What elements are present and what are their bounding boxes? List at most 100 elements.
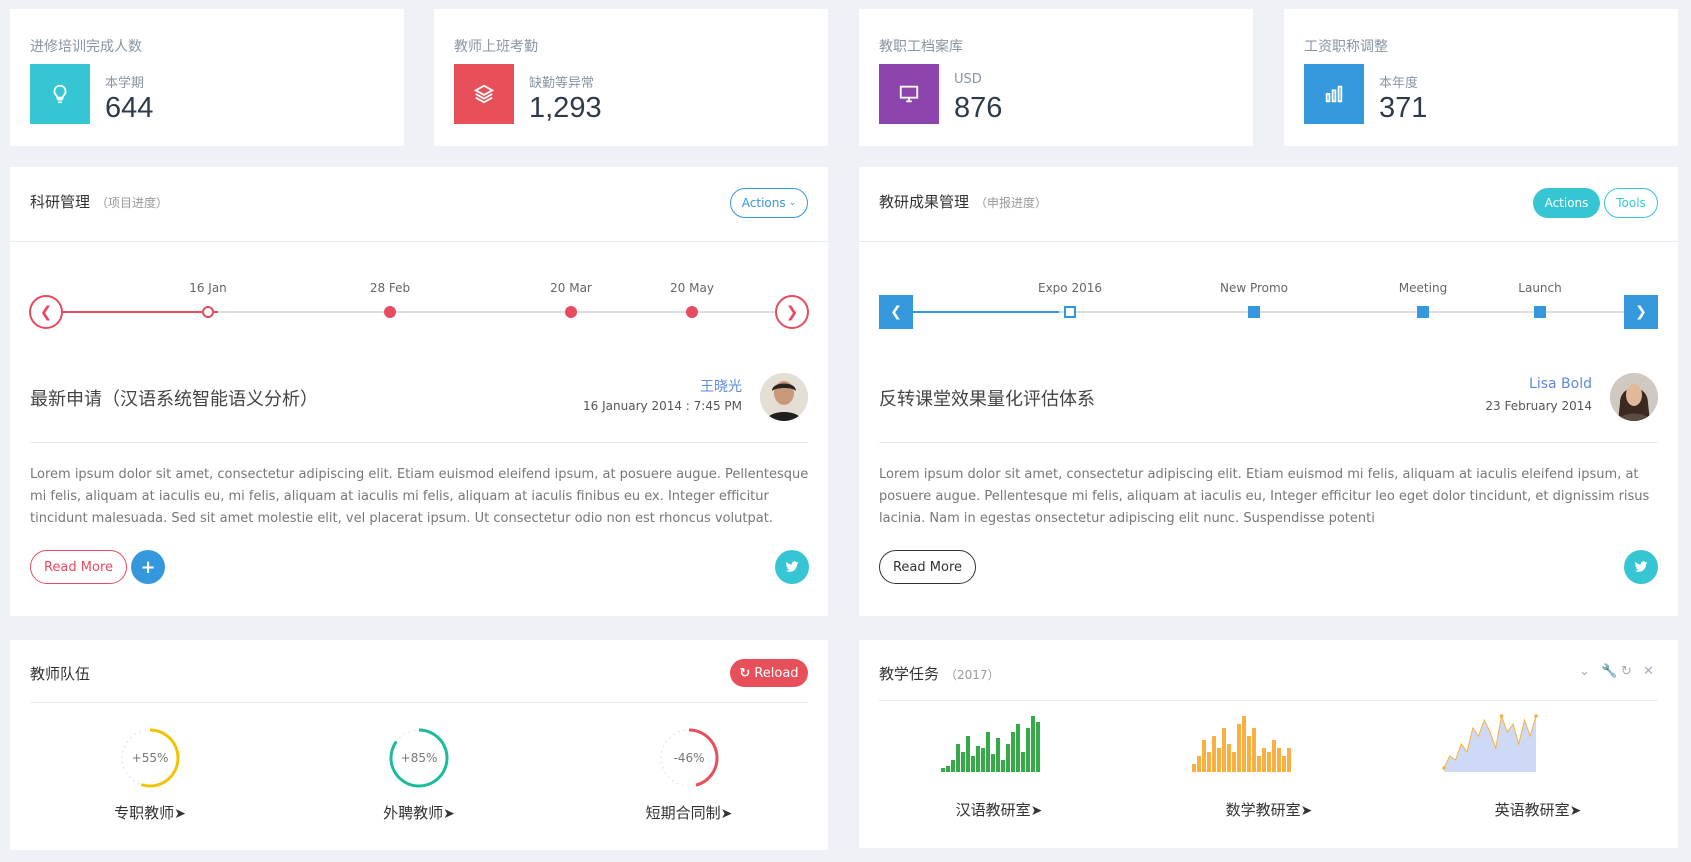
circle-arrow-right-icon: ➤ (720, 806, 733, 822)
event-title: 反转课堂效果量化评估体系 (879, 389, 1095, 410)
timeline-marker-active[interactable] (1064, 306, 1076, 318)
bar-chart-icon (1304, 64, 1364, 124)
stat-title: 工资职称调整 (1304, 39, 1388, 55)
reload-button[interactable]: ↻ Reload (730, 659, 808, 687)
twitter-icon (1634, 561, 1648, 572)
divider (859, 241, 1678, 242)
tools-button[interactable]: Tools (1604, 188, 1658, 218)
stat-title: 进修培训完成人数 (30, 39, 142, 55)
spark-bar (1016, 724, 1020, 772)
timeline-next-button[interactable]: ❯ (775, 295, 809, 329)
gauge-value: -46% (673, 751, 705, 765)
add-button[interactable]: + (131, 550, 165, 584)
divider (879, 700, 1658, 701)
spark-link[interactable]: 汉语教研室➤ (956, 799, 1043, 820)
timeline-date[interactable]: 20 May (670, 281, 714, 295)
stat-title: 教职工档案库 (879, 39, 963, 55)
timeline-label[interactable]: Launch (1518, 281, 1561, 295)
spark-bar (1232, 752, 1236, 772)
timeline-marker[interactable] (1417, 306, 1429, 318)
event-body: Lorem ipsum dolor sit amet, consectetur … (879, 467, 1650, 526)
close-icon[interactable]: ✕ (1643, 664, 1654, 679)
stat-value: 1,293 (529, 92, 602, 124)
actions-label: Actions (741, 196, 786, 210)
twitter-button[interactable] (1624, 550, 1658, 584)
panel-title: 教学任务 （2017） (879, 663, 1000, 684)
spark-bar (996, 738, 1000, 772)
spark-bar (1031, 716, 1035, 772)
chevron-right-icon: ❯ (1635, 304, 1647, 320)
spark-bar (991, 754, 995, 772)
avatar (1610, 373, 1658, 421)
timeline-label[interactable]: Expo 2016 (1038, 281, 1102, 295)
tasks-panel: 教学任务 （2017） ⌄ 🔧 ↻ ✕ 汉语教研室➤ 数学教研室➤ 英语教研室➤ (859, 640, 1678, 848)
twitter-button[interactable] (775, 550, 809, 584)
spark-bar (1222, 728, 1226, 772)
gauge-link[interactable]: 专职教师➤ (114, 802, 186, 823)
timeline-date[interactable]: 20 Mar (550, 281, 592, 295)
spark-bar (986, 732, 990, 772)
lightbulb-icon (30, 64, 90, 124)
event-author[interactable]: 王晓光 (700, 376, 742, 396)
timeline-marker[interactable] (1248, 306, 1260, 318)
spark-label: 汉语教研室 (955, 801, 1031, 819)
stat-value: 644 (105, 92, 154, 124)
spark-bar (1262, 748, 1266, 772)
wrench-icon[interactable]: 🔧 (1601, 664, 1617, 679)
panel-title: 教师队伍 (30, 665, 91, 683)
panel-subtitle: （2017） (945, 668, 1000, 682)
timeline-label[interactable]: New Promo (1220, 281, 1288, 295)
spark-bar (1197, 756, 1201, 772)
refresh-icon: ↻ (739, 665, 751, 681)
actions-button[interactable]: Actions (1533, 188, 1600, 218)
collapse-icon[interactable]: ⌄ (1579, 664, 1590, 679)
spark-bar (1026, 728, 1030, 772)
spark-bar (946, 766, 950, 772)
spark-bar (1257, 756, 1261, 772)
timeline-dot[interactable] (384, 306, 396, 318)
layers-icon (454, 64, 514, 124)
spark-bar (971, 756, 975, 772)
read-more-button[interactable]: Read More (30, 550, 127, 584)
gauge-link[interactable]: 外聘教师➤ (383, 802, 455, 823)
circle-arrow-right-icon: ➤ (443, 806, 455, 822)
actions-button[interactable]: Actions ⌄ (730, 188, 808, 218)
spark-label: 数学教研室 (1225, 801, 1301, 819)
stat-card-archive: 教职工档案库 USD 876 (859, 9, 1253, 146)
timeline-label[interactable]: Meeting (1399, 281, 1447, 295)
spark-bar (1011, 732, 1015, 772)
spark-bar (976, 746, 980, 772)
panel-subtitle: （申报进度） (975, 196, 1048, 210)
timeline-progress (60, 311, 218, 313)
timeline-dot-active[interactable] (202, 306, 214, 318)
timeline-marker[interactable] (1534, 306, 1546, 318)
gauge-link[interactable]: 短期合同制➤ (646, 802, 733, 823)
spark-bar (1252, 728, 1256, 772)
refresh-icon[interactable]: ↻ (1621, 664, 1632, 679)
chevron-right-icon: ❯ (785, 303, 799, 321)
panel-title: 科研管理 （项目进度） (30, 191, 168, 212)
spark-bar (1192, 764, 1196, 772)
spark-bar (966, 736, 970, 772)
stat-label: 本学期 (105, 76, 145, 91)
timeline-date[interactable]: 28 Feb (370, 281, 410, 295)
timeline-date[interactable]: 16 Jan (189, 281, 227, 295)
timeline-dot[interactable] (565, 306, 577, 318)
read-more-button[interactable]: Read More (879, 550, 976, 584)
timeline-next-button[interactable]: ❯ (1624, 295, 1658, 329)
spark-bar (981, 748, 985, 772)
event-author[interactable]: Lisa Bold (1529, 376, 1592, 392)
stat-title: 教师上班考勤 (454, 39, 538, 55)
timeline-progress (909, 311, 1059, 313)
event-body: Lorem ipsum dolor sit amet, consectetur … (30, 467, 809, 526)
spark-link[interactable]: 数学教研室➤ (1226, 799, 1313, 820)
timeline-dot[interactable] (686, 306, 698, 318)
circle-arrow-right-icon: ➤ (1300, 803, 1313, 819)
spark-link[interactable]: 英语教研室➤ (1495, 799, 1582, 820)
timeline-prev-button[interactable]: ❮ (29, 295, 63, 329)
timeline-prev-button[interactable]: ❮ (879, 295, 913, 329)
stat-value: 371 (1379, 92, 1428, 124)
spark-bar (1212, 736, 1216, 772)
teachers-panel: 教师队伍 ↻ Reload +55% +85% -46% 专职教师➤ 外聘教师➤ … (10, 640, 828, 850)
gauge-label: 专职教师 (114, 804, 175, 822)
